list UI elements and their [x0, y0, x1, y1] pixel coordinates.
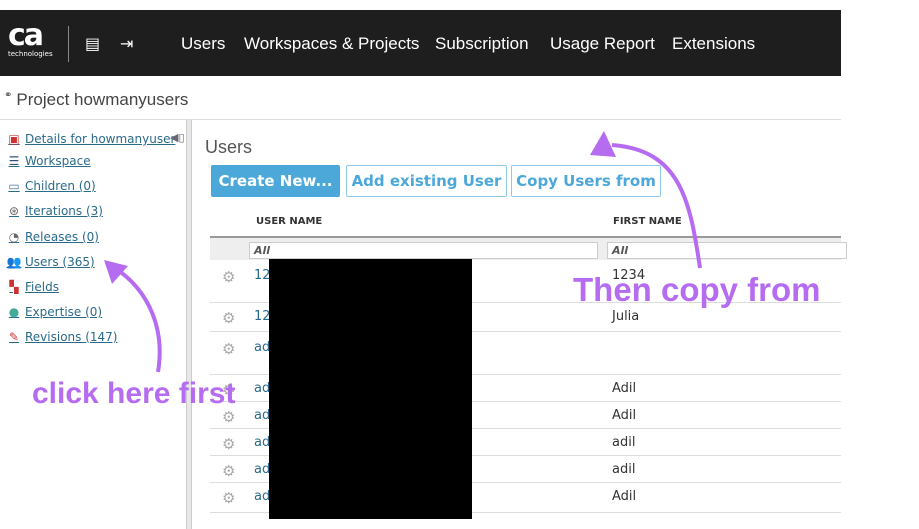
annotation-arrows [104, 131, 702, 373]
arrowhead-users [104, 260, 128, 284]
arrow-to-copy [611, 143, 702, 269]
annotation-click-here-first: click here first [32, 377, 236, 410]
arrow-to-users [110, 264, 162, 373]
annotation-then-copy-from: Then copy from [573, 271, 821, 308]
